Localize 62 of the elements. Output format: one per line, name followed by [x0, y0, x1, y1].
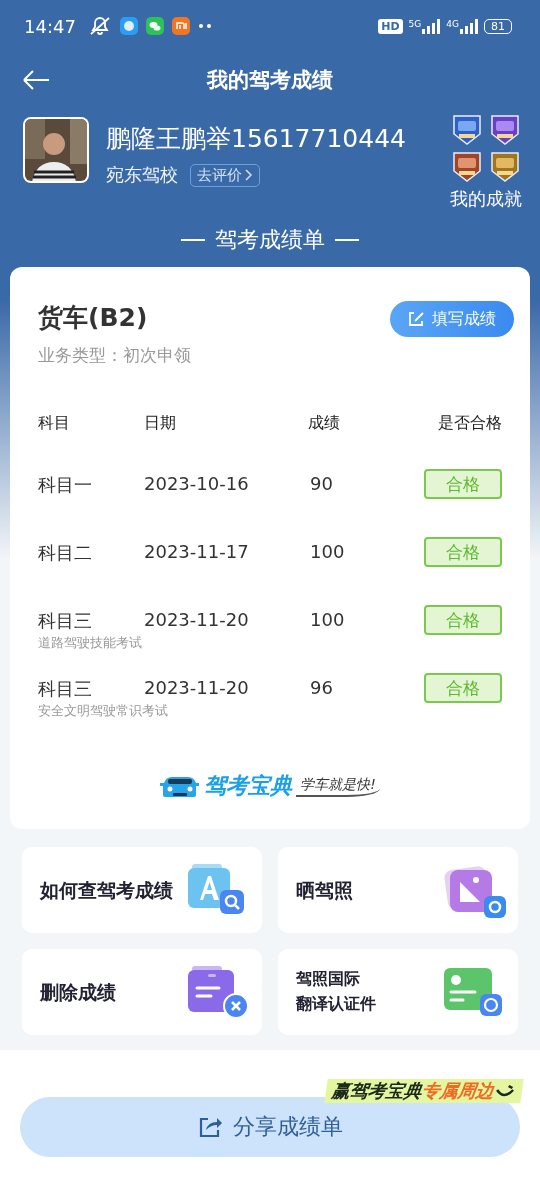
- action-label: 删除成绩: [40, 979, 116, 1005]
- date-cell: 2023-10-16: [144, 473, 249, 494]
- subject-note: 道路驾驶技能考试: [38, 635, 142, 652]
- result-tag: 合格: [424, 469, 502, 499]
- date-cell: 2023-11-20: [144, 677, 249, 698]
- hd-voice-badge: HD: [378, 18, 403, 34]
- medal-badge-icon: [450, 149, 484, 183]
- subject-cell-text: 科目三: [38, 609, 93, 633]
- delete-document-icon: [186, 964, 250, 1020]
- business-type: 业务类型：初次申领: [38, 344, 191, 367]
- user-name: 鹏隆王鹏举15617710444: [106, 123, 406, 155]
- share-icon: [197, 1115, 223, 1139]
- back-arrow-icon: [22, 68, 50, 92]
- page-title: 我的驾考成绩: [207, 68, 333, 92]
- subject-cell-text: 科目二: [38, 541, 93, 565]
- score-cell: 100: [310, 541, 345, 562]
- column-header: 是否合格: [438, 413, 502, 434]
- action-tile[interactable]: 如何查驾考成绩: [22, 847, 262, 933]
- achievements-link[interactable]: 我的成就: [450, 187, 522, 211]
- battery-level: 81: [484, 18, 512, 34]
- app-icon: [171, 17, 190, 35]
- brand-name: 驾考宝典: [204, 772, 293, 800]
- chat-app-icon: [145, 17, 164, 35]
- back-button[interactable]: [22, 68, 50, 92]
- network-label: 4G: [446, 18, 459, 29]
- medal-badge-icon: [488, 149, 522, 183]
- license-type: 货车(B2): [38, 302, 149, 334]
- subject-note: 安全文明驾驶常识考试: [38, 703, 168, 720]
- driving-school-name: 宛东驾校: [106, 163, 178, 187]
- medal-badge-icon: [488, 112, 522, 146]
- app-icon: [119, 17, 138, 35]
- clock-time: 14:47: [24, 15, 76, 37]
- score-cell: 90: [310, 473, 333, 494]
- score-cell: 100: [310, 609, 345, 630]
- result-tag: 合格: [424, 537, 502, 567]
- subject-cell-text: 科目三: [38, 677, 93, 701]
- brand-slogan: 学车就是快!: [296, 775, 380, 797]
- smile-icon: [493, 1084, 517, 1098]
- date-cell: 2023-11-17: [144, 541, 249, 562]
- action-tile[interactable]: 晒驾照: [278, 847, 518, 933]
- rate-button[interactable]: 去评价: [190, 163, 260, 187]
- signal-icon: [422, 18, 441, 34]
- date-cell: 2023-11-20: [144, 609, 249, 630]
- chevron-right-icon: [244, 168, 253, 182]
- more-dots-icon: [197, 21, 212, 31]
- action-tile[interactable]: 驾照国际 翻译认证件: [278, 949, 518, 1035]
- signal-icon: [460, 18, 478, 34]
- section-title: 驾考成绩单: [215, 226, 325, 254]
- edit-icon: [406, 310, 424, 328]
- subject-cell-text: 科目一: [38, 473, 93, 497]
- network-label: 5G: [408, 18, 422, 29]
- result-tag: 合格: [424, 673, 502, 703]
- column-header: 成绩: [308, 413, 341, 434]
- action-tile[interactable]: 删除成绩: [22, 949, 262, 1035]
- action-label: 如何查驾考成绩: [40, 877, 173, 903]
- action-label: 晒驾照: [296, 877, 353, 903]
- action-label: 驾照国际 翻译认证件: [296, 969, 376, 1015]
- result-tag: 合格: [424, 605, 502, 635]
- column-header: 日期: [144, 413, 177, 434]
- column-header: 科目: [38, 413, 71, 434]
- medal-badge-icon: [450, 112, 484, 146]
- score-cell: 96: [310, 677, 333, 698]
